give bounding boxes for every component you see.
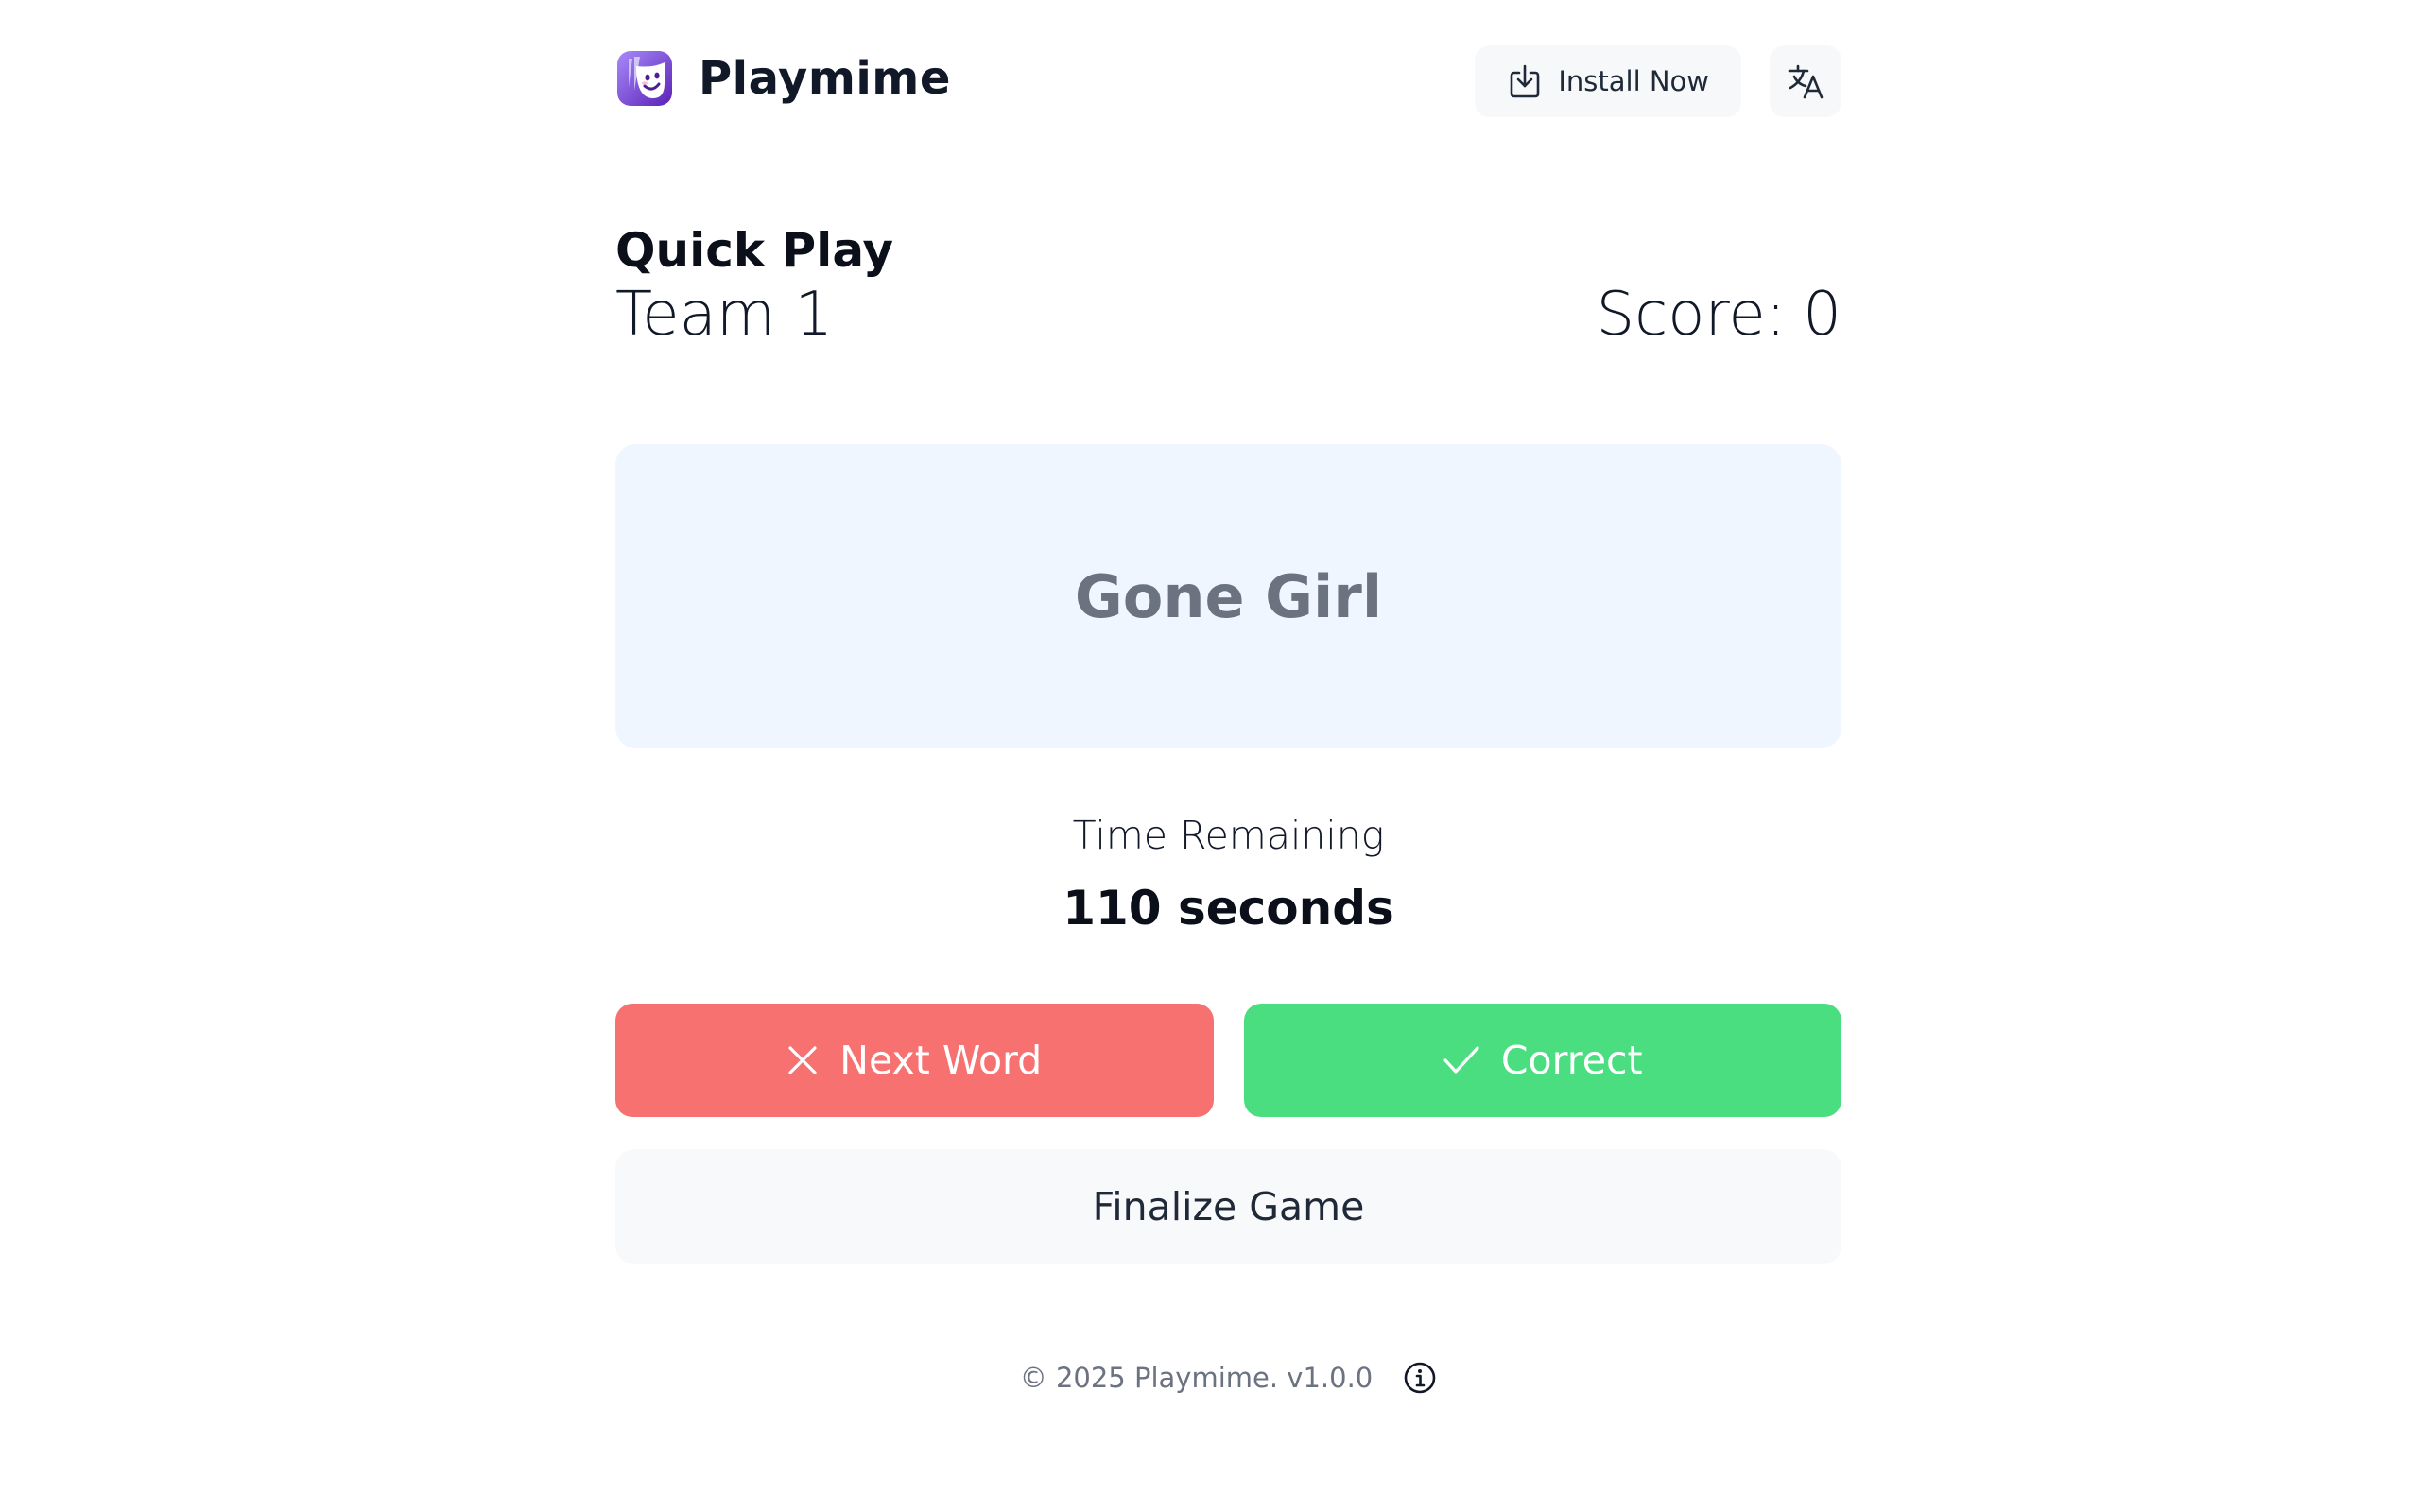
timer-value: 110 seconds (1063, 881, 1394, 936)
correct-button[interactable]: Correct (1243, 1004, 1841, 1117)
playmime-logo-icon (617, 51, 672, 106)
copyright-text: © 2025 Playmime. v1.0.0 (1019, 1362, 1374, 1394)
score-label: Score: (1596, 280, 1787, 350)
score-value: 0 (1803, 280, 1841, 350)
team-name: Team 1 (615, 280, 834, 350)
download-icon (1511, 64, 1540, 98)
current-word: Gone Girl (1074, 561, 1383, 631)
brand[interactable]: Playmime (615, 49, 951, 108)
close-icon (788, 1046, 817, 1074)
next-word-label: Next Word (839, 1038, 1043, 1083)
install-button[interactable]: Install Now (1475, 45, 1741, 117)
language-button[interactable] (1770, 45, 1841, 117)
timer-label: Time Remaining (1072, 813, 1385, 858)
word-card: Gone Girl (615, 444, 1841, 748)
check-icon (1443, 1046, 1479, 1074)
finalize-game-button[interactable]: Finalize Game (615, 1149, 1841, 1264)
finalize-game-label: Finalize Game (1092, 1184, 1365, 1229)
score-display: Score: 0 (1596, 280, 1841, 350)
header-actions: Install Now (1475, 45, 1841, 117)
translate-icon (1788, 64, 1824, 99)
next-word-button[interactable]: Next Word (615, 1004, 1214, 1117)
app-header: Playmime Install Now (615, 45, 1841, 121)
app-name: Playmime (699, 52, 951, 105)
page: Playmime Install Now Quick Play Team 1 S… (0, 0, 2420, 1512)
info-icon[interactable] (1403, 1361, 1437, 1395)
action-buttons: Next Word Correct (615, 1004, 1841, 1117)
correct-label: Correct (1500, 1038, 1643, 1083)
install-label: Install Now (1558, 65, 1709, 97)
footer: © 2025 Playmime. v1.0.0 (615, 1361, 1841, 1395)
game-mode-title: Quick Play (615, 223, 894, 278)
